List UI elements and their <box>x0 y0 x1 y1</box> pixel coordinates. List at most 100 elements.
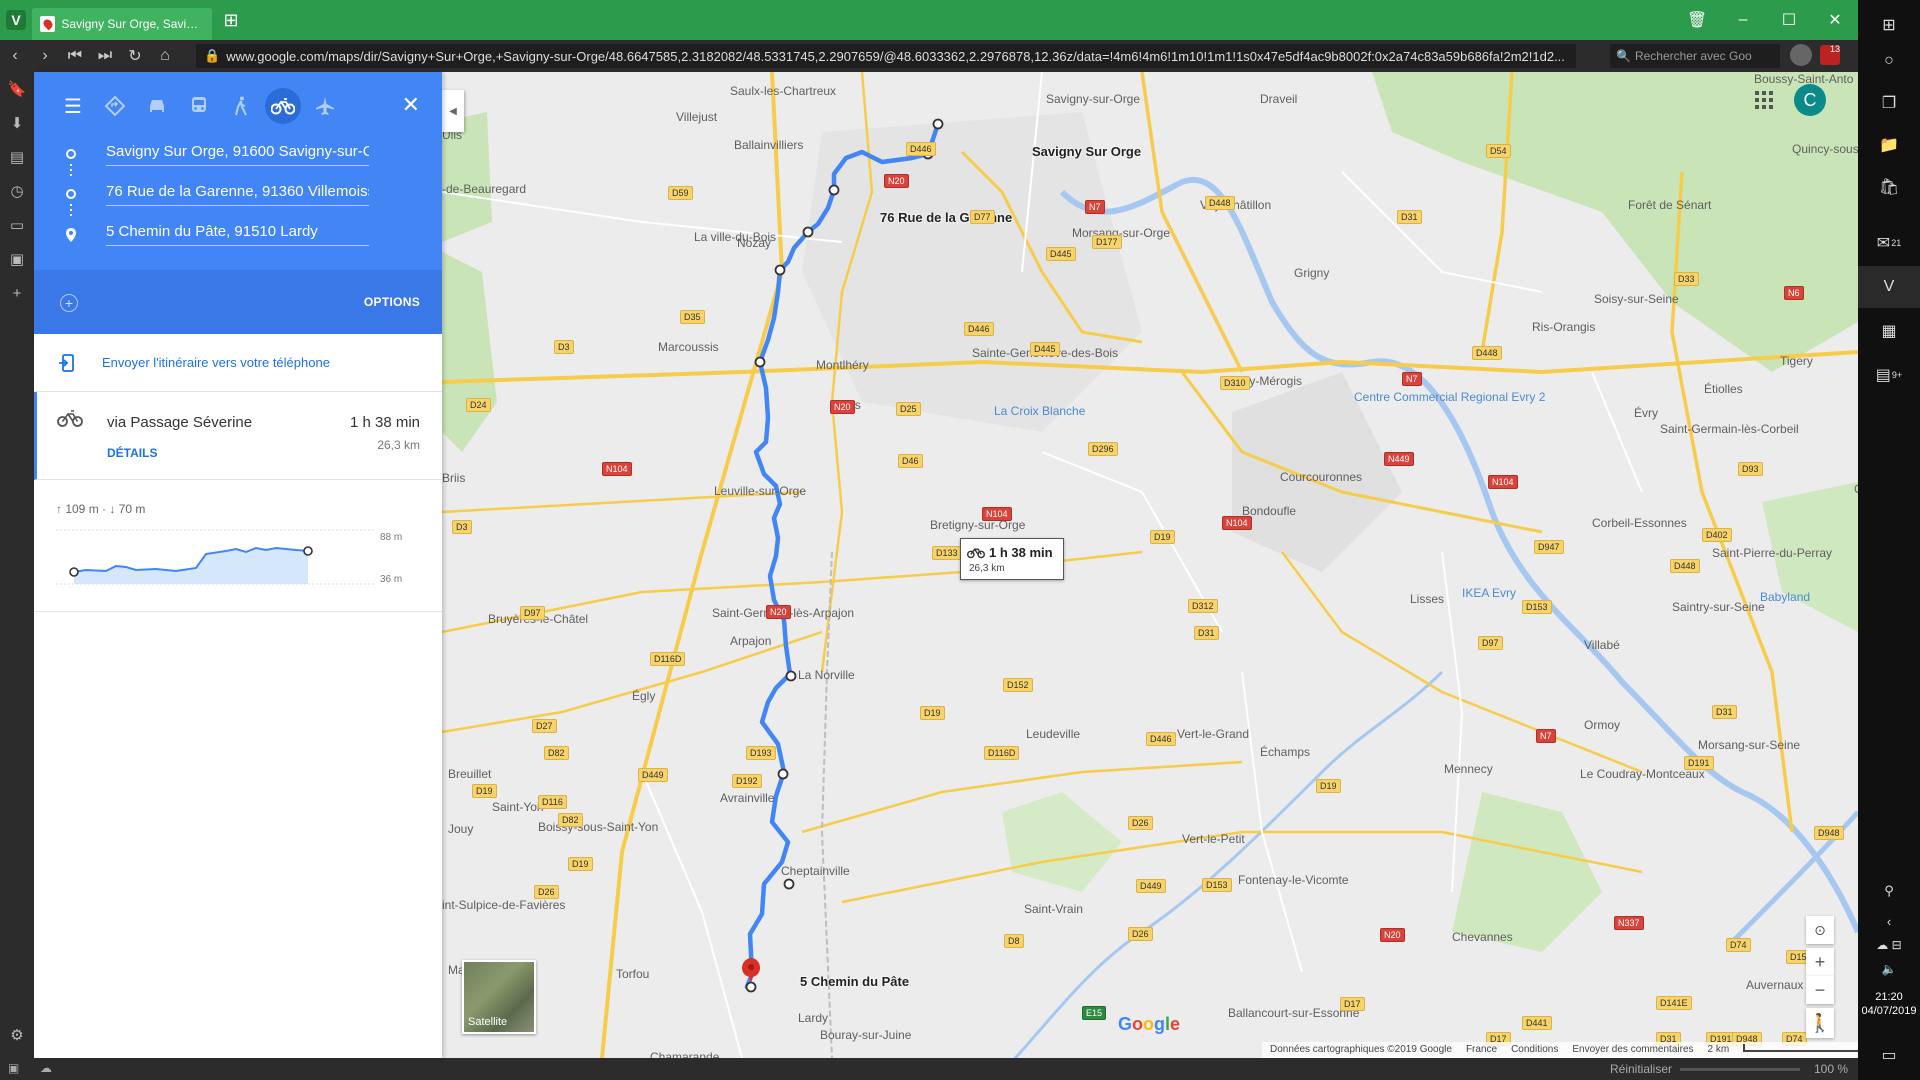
place-label[interactable]: Draveil <box>1260 92 1297 106</box>
place-label[interactable]: Courcouronnes <box>1280 470 1362 484</box>
place-label[interactable]: Vert-le-Grand <box>1177 727 1249 741</box>
place-label[interactable]: Étiolles <box>1704 382 1743 396</box>
place-label[interactable]: Saulx-les-Chartreux <box>730 84 836 98</box>
place-label[interactable]: Ormoy <box>1584 718 1620 732</box>
attribution-country[interactable]: France <box>1466 1044 1497 1056</box>
place-label[interactable]: Boussy-Saint-Anto <box>1754 72 1853 86</box>
vivaldi-taskbar-icon[interactable]: V <box>1858 266 1920 308</box>
place-label[interactable]: Boissy-sous-Saint-Yon <box>538 820 658 834</box>
volume-icon[interactable]: 🔈 <box>1858 948 1920 990</box>
zoom-out-button[interactable]: − <box>1806 976 1834 1004</box>
place-label[interactable]: Bouray-sur-Juine <box>820 1028 911 1042</box>
route-option[interactable]: via Passage Séverine 1 h 38 min 26,3 km … <box>34 392 442 480</box>
route-info-box[interactable]: 1 h 38 min 26,3 km <box>960 538 1064 580</box>
tab-google-maps[interactable]: Savigny Sur Orge, Savigny- <box>32 8 212 40</box>
profile-icon[interactable] <box>1790 44 1812 66</box>
mode-transit-icon[interactable] <box>178 86 220 126</box>
place-label[interactable]: int-Sulpice-de-Favières <box>442 898 565 912</box>
forward-icon[interactable]: › <box>30 40 60 72</box>
mode-best-icon[interactable] <box>94 86 136 126</box>
zoom-in-button[interactable]: + <box>1806 948 1834 976</box>
place-label[interactable]: Évry <box>1634 406 1658 420</box>
place-label[interactable]: La Croix Blanche <box>994 404 1085 418</box>
reload-icon[interactable]: ↻ <box>120 40 150 72</box>
cortana-icon[interactable]: ○ <box>1858 40 1920 82</box>
zoom-slider[interactable] <box>1680 1068 1800 1071</box>
place-label[interactable]: Échamps <box>1260 745 1310 759</box>
webpanel-icon[interactable]: ▣ <box>0 242 34 276</box>
place-label[interactable]: Lisses <box>1410 592 1444 606</box>
trash-icon[interactable]: 🗑 <box>1674 0 1720 40</box>
place-label[interactable]: Saint-Germain-lès-Corbeil <box>1660 422 1799 436</box>
place-label[interactable]: Cheptainville <box>781 864 850 878</box>
place-label[interactable]: Villejust <box>676 110 717 124</box>
place-label[interactable]: Fontenay-le-Vicomte <box>1238 873 1349 887</box>
place-label[interactable]: Briis <box>442 471 465 485</box>
place-label[interactable]: Tigery <box>1780 354 1813 368</box>
place-label[interactable]: Villabé <box>1584 638 1620 652</box>
place-label[interactable]: Lardy <box>798 1011 828 1025</box>
place-label[interactable]: Marcoussis <box>658 340 719 354</box>
status-reset-button[interactable]: Réinitialiser <box>1610 1062 1672 1076</box>
place-label[interactable]: Saintry-sur-Seine <box>1672 600 1765 614</box>
place-label[interactable]: Grigny <box>1294 266 1329 280</box>
waypoint-input-2[interactable]: 76 Rue de la Garenne, 91360 Villemoisson <box>106 180 369 206</box>
history-icon[interactable]: ◷ <box>0 174 34 208</box>
place-label[interactable]: Nozay <box>737 236 771 250</box>
add-destination-icon[interactable]: + <box>60 294 78 312</box>
collapse-panel-button[interactable]: ◀ <box>442 90 464 132</box>
place-label[interactable]: Avrainville <box>720 791 774 805</box>
place-label[interactable]: IKEA Evry <box>1462 586 1516 600</box>
attribution-terms[interactable]: Conditions <box>1511 1044 1558 1056</box>
mode-car-icon[interactable] <box>136 86 178 126</box>
options-button[interactable]: OPTIONS <box>364 295 420 309</box>
waypoint-input-1[interactable]: Savigny Sur Orge, 91600 Savigny-sur-Orge <box>106 140 369 166</box>
mode-flight-icon[interactable] <box>304 86 346 126</box>
place-label[interactable]: Centre Commercial Regional Evry 2 <box>1354 390 1545 404</box>
menu-icon[interactable]: ☰ <box>52 86 94 126</box>
place-label[interactable]: La Norville <box>798 668 855 682</box>
place-label[interactable]: Soisy-sur-Seine <box>1594 292 1679 306</box>
place-label[interactable]: Corbeil-Essonnes <box>1592 516 1687 530</box>
satellite-toggle[interactable]: Satellite <box>462 960 536 1034</box>
fastforward-icon[interactable]: ⏭ <box>90 40 120 72</box>
attribution-feedback[interactable]: Envoyer des commentaires <box>1572 1044 1693 1056</box>
account-avatar[interactable]: C <box>1794 84 1826 116</box>
map-canvas[interactable]: Savigny Sur Orge 76 Rue de la Garenne 5 … <box>442 72 1858 1058</box>
scale-label[interactable]: 2 km <box>1708 1044 1730 1056</box>
send-to-phone-row[interactable]: Envoyer l'itinéraire vers votre téléphon… <box>34 334 442 392</box>
minimize-icon[interactable]: – <box>1720 0 1766 40</box>
place-label[interactable]: Saint-Pierre-du-Perray <box>1712 546 1832 560</box>
notes-icon[interactable]: ▤ <box>0 140 34 174</box>
details-button[interactable]: DÉTAILS <box>107 446 157 460</box>
store-icon[interactable]: 🛍 <box>1858 166 1920 208</box>
rewind-icon[interactable]: ⏮ <box>60 40 90 72</box>
place-label[interactable]: -de-Beauregard <box>442 182 526 196</box>
add-panel-icon[interactable]: + <box>0 276 34 310</box>
task-view-icon[interactable]: ❐ <box>1858 82 1920 124</box>
close-window-icon[interactable]: ✕ <box>1812 0 1858 40</box>
app-icon[interactable]: ▦ <box>1858 310 1920 352</box>
place-label[interactable]: Saint-Vrain <box>1024 902 1083 916</box>
place-label[interactable]: Morsang-sur-Seine <box>1698 738 1800 752</box>
place-label[interactable]: Vert-le-Petit <box>1182 832 1245 846</box>
home-icon[interactable]: ⌂ <box>150 40 180 72</box>
mode-walk-icon[interactable] <box>220 86 262 126</box>
settings-icon[interactable]: ⚙ <box>0 1018 34 1052</box>
back-icon[interactable]: ‹ <box>0 40 30 72</box>
place-label[interactable]: Mennecy <box>1444 762 1493 776</box>
window-icon[interactable]: ▭ <box>0 208 34 242</box>
vivaldi-logo[interactable]: V <box>0 0 32 40</box>
file-explorer-icon[interactable]: 📁 <box>1858 124 1920 166</box>
place-label[interactable]: Montlhéry <box>816 358 869 372</box>
place-label[interactable]: Leuville-sur-Orge <box>714 484 806 498</box>
place-label[interactable]: Arpajon <box>730 634 771 648</box>
place-label[interactable]: Ballainvilliers <box>734 138 803 152</box>
downloads-icon[interactable]: ⬇ <box>0 106 34 140</box>
place-label[interactable]: Quincy-sous <box>1792 142 1858 156</box>
mail-icon[interactable]: ✉ 21 <box>1858 222 1920 264</box>
new-tab-icon[interactable]: ⊞ <box>220 9 242 31</box>
search-input[interactable]: 🔍 Rechercher avec Goo <box>1610 44 1780 68</box>
mode-bike-icon[interactable] <box>262 86 304 126</box>
action-center-icon[interactable]: ▭ <box>1858 1034 1920 1076</box>
